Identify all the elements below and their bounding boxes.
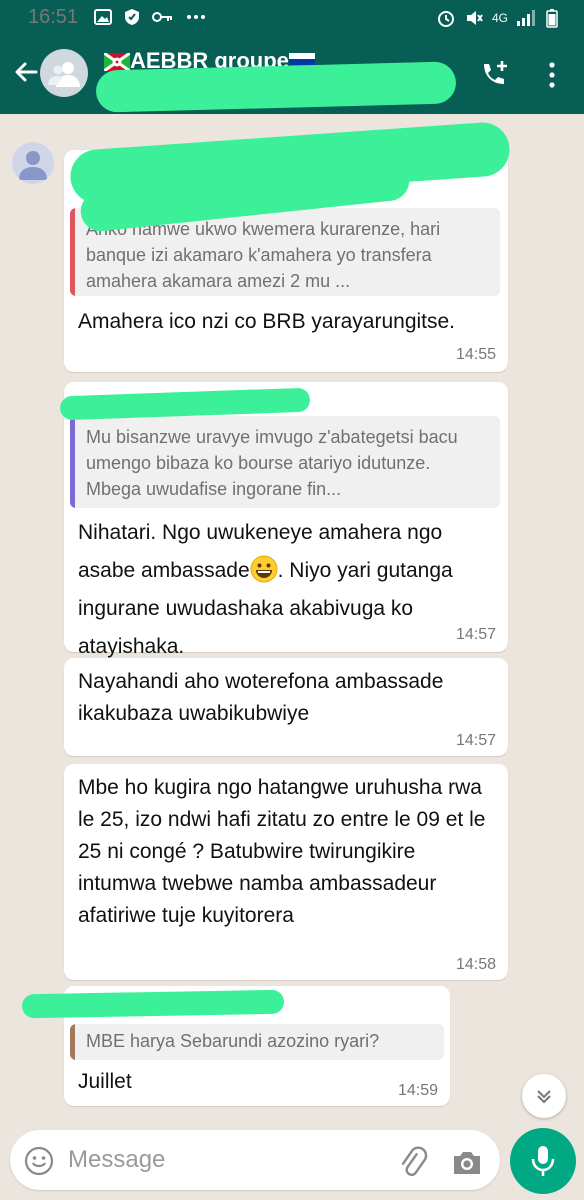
quoted-text: Ariko namwe ukwo kwemera kurarenze, hari… <box>86 219 441 291</box>
grinning-emoji-icon <box>250 555 278 583</box>
battery-icon <box>546 9 558 28</box>
quoted-text: Mu bisanzwe uravye imvugo z'abategetsi b… <box>86 427 458 499</box>
mic-icon <box>531 1146 555 1176</box>
burundi-flag-icon <box>104 53 130 72</box>
message-time: 14:58 <box>455 956 496 973</box>
redaction-mark <box>21 989 285 1019</box>
message-bubble[interactable]: Nayahandi aho woterefona ambassade ikaku… <box>64 658 508 756</box>
more-vert-icon[interactable] <box>544 60 560 90</box>
message-time: 14:57 <box>455 626 496 643</box>
add-call-icon[interactable] <box>478 58 510 90</box>
chat-area[interactable]: Ariko namwe ukwo kwemera kurarenze, hari… <box>0 114 584 1126</box>
back-arrow-icon[interactable] <box>10 56 42 88</box>
gallery-notification-icon <box>94 9 112 25</box>
message-bubble[interactable]: Mu bisanzwe uravye imvugo z'abategetsi b… <box>64 382 508 658</box>
more-notifications-icon <box>187 15 205 19</box>
message-text: Juillet <box>78 1070 132 1093</box>
group-avatar-icon[interactable] <box>40 49 88 97</box>
message-text: Nayahandi aho woterefona ambassade ikaku… <box>78 670 444 725</box>
quoted-message[interactable]: MBE harya Sebarundi azozino ryari? <box>70 1024 444 1060</box>
message-time: 14:57 <box>455 732 496 749</box>
emoji-icon[interactable] <box>24 1146 54 1176</box>
redaction-mark <box>95 61 457 113</box>
message-text: Mbe ho kugira ngo hatangwe uruhusha rwa … <box>78 776 486 927</box>
mic-button[interactable] <box>510 1128 576 1194</box>
chat-header: AEBBR groupe <box>0 36 584 114</box>
status-bar: 16:51 4G <box>0 0 584 36</box>
message-text: Amahera ico nzi co BRB yarayarungitse. <box>78 310 456 333</box>
message-input[interactable] <box>68 1144 368 1176</box>
scroll-down-button[interactable] <box>522 1074 566 1118</box>
quoted-message[interactable]: Mu bisanzwe uravye imvugo z'abategetsi b… <box>70 416 500 508</box>
mute-icon <box>466 11 483 25</box>
network-type: 4G <box>491 11 508 25</box>
attach-icon[interactable] <box>396 1146 430 1180</box>
user-avatar-icon[interactable] <box>12 142 54 184</box>
signal-icon <box>517 10 535 26</box>
quoted-text: MBE harya Sebarundi azozino ryari? <box>86 1031 380 1051</box>
shield-notification-icon <box>125 9 139 25</box>
key-notification-icon <box>152 12 172 22</box>
message-time: 14:59 <box>397 1082 438 1099</box>
message-composer <box>10 1130 500 1190</box>
message-bubble[interactable]: Mbe ho kugira ngo hatangwe uruhusha rwa … <box>64 764 508 980</box>
alarm-icon <box>437 11 454 27</box>
message-time: 14:55 <box>455 346 496 363</box>
message-text: Nihatari. Ngo uwukeneye amahera ngo asab… <box>78 521 453 658</box>
scroll-down-icon <box>537 1090 551 1104</box>
camera-icon[interactable] <box>450 1146 484 1180</box>
